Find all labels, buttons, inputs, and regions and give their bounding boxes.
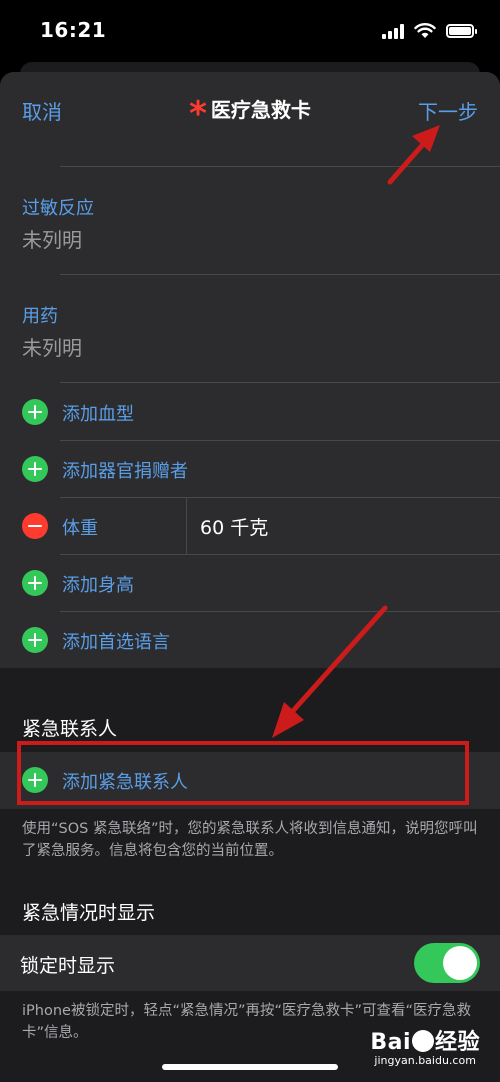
divider <box>186 498 187 555</box>
nav-bar: 取消 * 医疗急救卡 下一步 <box>0 72 500 146</box>
emergency-contacts-header: 紧急联系人 <box>22 718 118 740</box>
separator <box>60 274 500 275</box>
add-blood-type-label: 添加血型 <box>62 404 134 425</box>
add-emergency-contact-row[interactable]: 添加紧急联系人 <box>0 752 500 809</box>
show-when-locked-row[interactable]: 锁定时显示 <box>0 935 500 991</box>
allergies-label: 过敏反应 <box>22 198 94 219</box>
medications-row[interactable]: 用药 未列明 <box>0 276 500 382</box>
add-blood-type-row[interactable]: 添加血型 <box>0 384 500 441</box>
remove-icon[interactable] <box>22 513 48 539</box>
status-time: 16:21 <box>40 18 107 42</box>
medications-label: 用药 <box>22 306 58 327</box>
status-icons <box>382 20 477 42</box>
home-indicator[interactable] <box>162 1064 338 1070</box>
add-icon[interactable] <box>22 399 48 425</box>
toggle-knob <box>443 946 477 980</box>
weight-row[interactable]: 体重 60 千克 <box>0 498 500 555</box>
medical-id-sheet: 取消 * 医疗急救卡 下一步 过敏反应 未列明 用药 未列明 添加血型 添加器官捐… <box>0 72 500 1082</box>
weight-value[interactable]: 60 千克 <box>200 513 268 540</box>
separator <box>60 166 500 167</box>
medications-value: 未列明 <box>22 336 82 360</box>
add-icon[interactable] <box>22 767 48 793</box>
medical-asterisk-icon: * <box>189 94 207 134</box>
add-language-label: 添加首选语言 <box>62 632 170 653</box>
baidu-watermark: Bai 经验 jingyan.baidu.com <box>370 1024 480 1067</box>
show-when-locked-label: 锁定时显示 <box>20 955 116 977</box>
watermark-text-right: 经验 <box>434 1030 480 1055</box>
watermark-text-left: Bai <box>370 1030 411 1055</box>
status-bar: 16:21 <box>0 0 500 64</box>
add-language-row[interactable]: 添加首选语言 <box>0 612 500 669</box>
add-icon[interactable] <box>22 456 48 482</box>
separator <box>60 382 500 383</box>
wifi-icon <box>414 23 436 38</box>
add-emergency-contact-label: 添加紧急联系人 <box>62 772 188 793</box>
show-when-header: 紧急情况时显示 <box>22 902 156 924</box>
page-title-text: 医疗急救卡 <box>210 98 311 122</box>
add-icon[interactable] <box>22 627 48 653</box>
weight-label: 体重 <box>62 518 98 539</box>
cellular-signal-icon <box>382 23 404 39</box>
show-when-locked-toggle[interactable] <box>414 943 480 983</box>
add-height-row[interactable]: 添加身高 <box>0 555 500 612</box>
baidu-paw-icon <box>411 1030 434 1052</box>
watermark-url: jingyan.baidu.com <box>374 1054 476 1067</box>
emergency-footnote: 使用“SOS 紧急联络”时，您的紧急联系人将收到信息通知，说明您呼叫了紧急服务。… <box>22 821 478 859</box>
add-organ-donor-row[interactable]: 添加器官捐赠者 <box>0 441 500 498</box>
add-organ-donor-label: 添加器官捐赠者 <box>62 461 188 482</box>
next-button[interactable]: 下一步 <box>418 96 478 125</box>
allergies-value: 未列明 <box>22 228 82 252</box>
allergies-row[interactable]: 过敏反应 未列明 <box>0 168 500 274</box>
add-height-label: 添加身高 <box>62 575 134 596</box>
add-icon[interactable] <box>22 570 48 596</box>
battery-icon <box>446 24 477 38</box>
